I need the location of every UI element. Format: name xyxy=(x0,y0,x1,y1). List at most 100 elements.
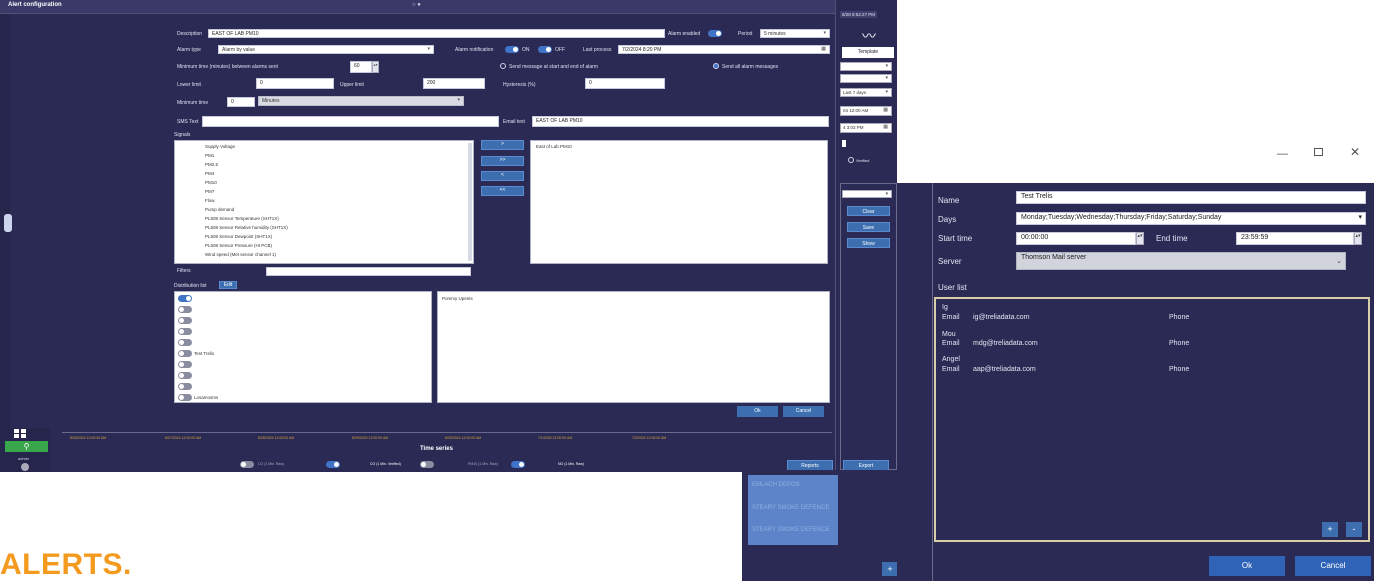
lower-limit-field[interactable]: 0 xyxy=(256,78,334,89)
legend-toggle[interactable] xyxy=(420,461,434,468)
list-item[interactable]: Supply Voltage xyxy=(205,144,235,149)
user-icon[interactable]: ⚲ xyxy=(5,441,48,452)
show-button[interactable]: Show xyxy=(847,238,890,248)
from-datetime-field[interactable]: 04 12:00 AM ▦ xyxy=(840,106,892,116)
list-item[interactable]: Pump demand xyxy=(205,207,234,212)
start-time-field[interactable]: 00:00:00 xyxy=(1016,232,1136,245)
distribution-toggle[interactable] xyxy=(178,372,192,379)
legend-toggle[interactable] xyxy=(240,461,254,468)
description-field[interactable]: EAST OF LAB PM10 xyxy=(208,29,665,38)
server-select[interactable]: Thomson Mail server ⌄ xyxy=(1016,252,1346,270)
signals-list[interactable]: Supply Voltage PM1 PM2.5 PM4 PM10 PM? Fl… xyxy=(174,140,474,264)
list-item[interactable]: PL508 Sensor Temperature (SHT1X) xyxy=(205,216,279,221)
template-button[interactable]: Template xyxy=(842,47,894,58)
cancel-button[interactable]: Cancel xyxy=(1295,556,1371,576)
notification-off-toggle[interactable] xyxy=(538,46,552,53)
min-time-between-field[interactable]: 60 xyxy=(350,61,372,73)
stepper-icon[interactable]: ▴▾ xyxy=(1354,232,1362,245)
alarm-type-select[interactable]: Alarm by value ▾ xyxy=(218,45,434,54)
distribution-toggle[interactable] xyxy=(178,295,192,302)
list-item[interactable]: Flow xyxy=(205,198,215,203)
ok-button[interactable]: Ok xyxy=(1209,556,1285,576)
window-controls-icon[interactable]: ○ ● xyxy=(412,2,421,8)
move-all-left-button[interactable]: << xyxy=(481,186,524,196)
legend-toggle[interactable] xyxy=(326,461,340,468)
list-item[interactable]: Wind speed (Met sensor channel 1) xyxy=(205,252,276,257)
recipients-box[interactable]: Pommy Upents xyxy=(437,291,830,403)
distribution-toggle[interactable] xyxy=(178,317,192,324)
sms-text-field[interactable] xyxy=(202,116,499,127)
user-email[interactable]: aap@treliadata.com xyxy=(973,366,1036,373)
list-item[interactable]: PM1 xyxy=(205,153,214,158)
add-icon[interactable]: + xyxy=(882,562,898,576)
filters-field[interactable] xyxy=(266,267,471,276)
cancel-button[interactable]: Cancel xyxy=(783,406,824,417)
secondary-select[interactable]: ▾ xyxy=(842,190,892,198)
calendar-icon[interactable]: ▦ xyxy=(883,124,888,130)
side-select[interactable]: ▾ xyxy=(840,62,892,71)
period-select[interactable]: 5 minutes ▾ xyxy=(760,29,830,38)
list-item[interactable]: STEARY SMOKE DEFENCE xyxy=(752,527,829,533)
add-user-icon[interactable]: + xyxy=(1322,522,1338,537)
clear-button[interactable]: Clear xyxy=(847,206,890,216)
edit-button[interactable]: Edit xyxy=(219,281,237,289)
upper-limit-field[interactable]: 200 xyxy=(423,78,485,89)
distribution-toggle[interactable] xyxy=(178,394,192,401)
list-item[interactable]: PL508 Sensor Pressure (HI PCB) xyxy=(205,243,272,248)
last-process-field[interactable]: 7/2/2024 8:20 PM ▦ xyxy=(618,45,830,54)
side-small-field[interactable] xyxy=(842,140,846,147)
close-icon[interactable]: ✕ xyxy=(1350,145,1360,159)
distribution-list[interactable] xyxy=(174,291,432,403)
user-email[interactable]: ig@treliadata.com xyxy=(973,314,1030,321)
settings-icon[interactable] xyxy=(21,463,29,471)
calendar-icon[interactable]: ▦ xyxy=(883,107,888,113)
end-time-field[interactable]: 23:59:59 xyxy=(1236,232,1354,245)
selected-signals-list[interactable]: East of Lab PM10 xyxy=(530,140,828,264)
list-item[interactable]: PM4 xyxy=(205,171,214,176)
chart-icon[interactable]: 〰 xyxy=(862,26,876,46)
save-button[interactable]: Save xyxy=(847,222,890,232)
stepper-icon[interactable]: ▴▾ xyxy=(1136,232,1144,245)
minimum-time-unit-select[interactable]: Minutes ▾ xyxy=(258,96,464,106)
distribution-toggle[interactable] xyxy=(178,328,192,335)
list-item[interactable]: PM? xyxy=(205,189,214,194)
scrollbar[interactable] xyxy=(468,143,472,261)
legend-toggle[interactable] xyxy=(511,461,525,468)
move-all-right-button[interactable]: >> xyxy=(481,156,524,166)
remove-user-icon[interactable]: - xyxy=(1346,522,1362,537)
move-left-button[interactable]: < xyxy=(481,171,524,181)
list-item[interactable]: PL508 Sensor Relative humidity (SHT1X) xyxy=(205,225,288,230)
list-item[interactable]: PM10 xyxy=(205,180,217,185)
list-item[interactable]: East of Lab PM10 xyxy=(536,144,572,149)
stepper-icon[interactable]: ▴▾ xyxy=(372,61,379,73)
send-all-radio[interactable] xyxy=(713,63,719,69)
list-item[interactable]: EMLACH DEPOS xyxy=(752,482,800,488)
range-select[interactable]: Last 7 days ▾ xyxy=(840,88,892,97)
name-field[interactable]: Test Trelis xyxy=(1016,191,1366,204)
alarm-enabled-toggle[interactable] xyxy=(708,30,722,37)
distribution-toggle[interactable] xyxy=(178,306,192,313)
minimize-icon[interactable]: — xyxy=(1277,148,1288,160)
list-item[interactable]: STEARY SMOKE DEFENCE xyxy=(752,505,829,511)
ok-button[interactable]: Ok xyxy=(737,406,778,417)
distribution-toggle[interactable] xyxy=(178,339,192,346)
hysteresis-field[interactable]: 0 xyxy=(585,78,665,89)
collapse-handle[interactable] xyxy=(4,214,12,232)
to-datetime-field[interactable]: 4 3:03 PM ▦ xyxy=(840,123,892,133)
user-email[interactable]: mdg@treliadata.com xyxy=(973,340,1038,347)
calendar-icon[interactable]: ▦ xyxy=(821,46,826,52)
email-text-field[interactable]: EAST OF LAB PM10 xyxy=(532,116,829,127)
distribution-toggle[interactable] xyxy=(178,383,192,390)
maximize-icon[interactable] xyxy=(1314,148,1323,156)
side-select[interactable]: ▾ xyxy=(840,74,892,83)
distribution-toggle[interactable] xyxy=(178,361,192,368)
user-list-box[interactable] xyxy=(934,297,1370,542)
verified-radio[interactable] xyxy=(848,157,854,163)
move-right-button[interactable]: > xyxy=(481,140,524,150)
days-select[interactable]: Monday;Tuesday;Wednesday;Thursday;Friday… xyxy=(1016,212,1366,225)
distribution-toggle[interactable] xyxy=(178,350,192,357)
notification-on-toggle[interactable] xyxy=(505,46,519,53)
grid-icon[interactable] xyxy=(14,429,28,438)
list-item[interactable]: PM2.5 xyxy=(205,162,218,167)
send-start-end-radio[interactable] xyxy=(500,63,506,69)
